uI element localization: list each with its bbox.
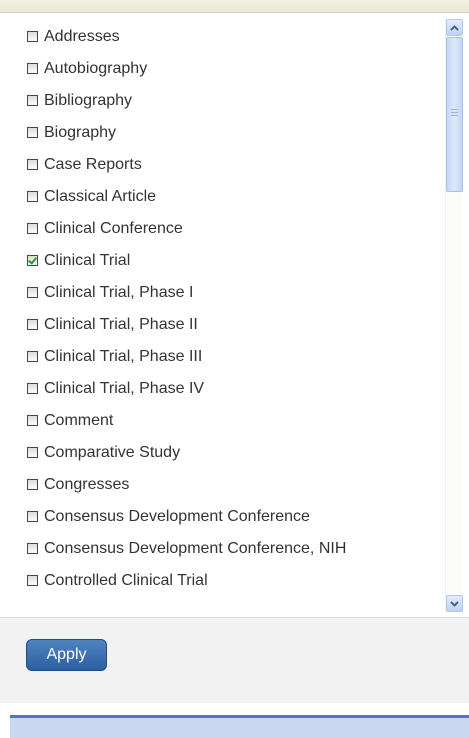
scrollbar-thumb[interactable]	[446, 37, 463, 192]
list-item-label: Clinical Trial	[44, 252, 131, 269]
checkbox[interactable]	[27, 95, 38, 106]
checkbox[interactable]	[27, 511, 38, 522]
list-item-label: Biography	[44, 124, 117, 141]
article-type-list: Addresses Autobiography Bibliography Bio…	[27, 26, 346, 602]
list-item-label: Classical Article	[44, 188, 157, 205]
checkbox[interactable]	[27, 63, 38, 74]
checkbox[interactable]	[27, 319, 38, 330]
list-item[interactable]: Bibliography	[27, 90, 346, 122]
top-toolbar-strip	[0, 0, 469, 13]
checkbox[interactable]	[27, 447, 38, 458]
list-item[interactable]: Clinical Trial, Phase IV	[27, 378, 346, 410]
checkbox[interactable]	[27, 31, 38, 42]
checkbox[interactable]	[27, 127, 38, 138]
list-item-label: Consensus Development Conference	[44, 508, 310, 525]
scroll-down-button[interactable]	[446, 595, 463, 612]
list-item-label: Case Reports	[44, 156, 142, 173]
checkbox[interactable]	[27, 351, 38, 362]
list-item-label: Consensus Development Conference, NIH	[44, 540, 347, 557]
list-item-label: Clinical Trial, Phase I	[44, 284, 194, 301]
chevron-down-icon	[450, 600, 459, 607]
filter-list-panel: Addresses Autobiography Bibliography Bio…	[0, 13, 469, 617]
apply-button[interactable]: Apply	[26, 639, 107, 671]
list-item-label: Bibliography	[44, 92, 133, 109]
list-item-label: Congresses	[44, 476, 130, 493]
list-item[interactable]: Biography	[27, 122, 346, 154]
checkbox[interactable]	[27, 479, 38, 490]
list-item-label: Clinical Trial, Phase IV	[44, 380, 205, 397]
list-item-label: Clinical Trial, Phase III	[44, 348, 203, 365]
filter-footer: Apply	[0, 617, 469, 738]
checkbox-checked[interactable]	[27, 255, 38, 266]
list-item[interactable]: Clinical Trial, Phase III	[27, 346, 346, 378]
checkbox[interactable]	[27, 575, 38, 586]
checkbox[interactable]	[27, 287, 38, 298]
list-item-label: Addresses	[44, 28, 120, 45]
scroll-up-button[interactable]	[446, 19, 463, 36]
vertical-scrollbar[interactable]	[445, 19, 463, 612]
list-item[interactable]: Comment	[27, 410, 346, 442]
list-item-label: Comment	[44, 412, 114, 429]
list-item[interactable]: Controlled Clinical Trial	[27, 570, 346, 602]
checkbox[interactable]	[27, 191, 38, 202]
checkbox[interactable]	[27, 543, 38, 554]
list-item[interactable]: Comparative Study	[27, 442, 346, 474]
list-item[interactable]: Consensus Development Conference	[27, 506, 346, 538]
checkbox[interactable]	[27, 383, 38, 394]
list-item[interactable]: Addresses	[27, 26, 346, 58]
list-item-label: Autobiography	[44, 60, 148, 77]
list-item-label: Clinical Conference	[44, 220, 183, 237]
list-item[interactable]: Autobiography	[27, 58, 346, 90]
list-item[interactable]: Case Reports	[27, 154, 346, 186]
list-item[interactable]: Classical Article	[27, 186, 346, 218]
list-item[interactable]: Clinical Trial	[27, 250, 346, 282]
grip-icon	[451, 109, 458, 116]
list-item-label: Controlled Clinical Trial	[44, 572, 208, 589]
list-item-label: Clinical Trial, Phase II	[44, 316, 198, 333]
list-item[interactable]: Clinical Trial, Phase I	[27, 282, 346, 314]
checkbox[interactable]	[27, 415, 38, 426]
chevron-up-icon	[450, 24, 459, 31]
checkbox[interactable]	[27, 223, 38, 234]
list-item[interactable]: Congresses	[27, 474, 346, 506]
list-item[interactable]: Consensus Development Conference, NIH	[27, 538, 346, 570]
list-item-label: Comparative Study	[44, 444, 181, 461]
list-item[interactable]: Clinical Trial, Phase II	[27, 314, 346, 346]
bottom-panel-strip	[10, 718, 469, 738]
checkbox[interactable]	[27, 159, 38, 170]
list-item[interactable]: Clinical Conference	[27, 218, 346, 250]
